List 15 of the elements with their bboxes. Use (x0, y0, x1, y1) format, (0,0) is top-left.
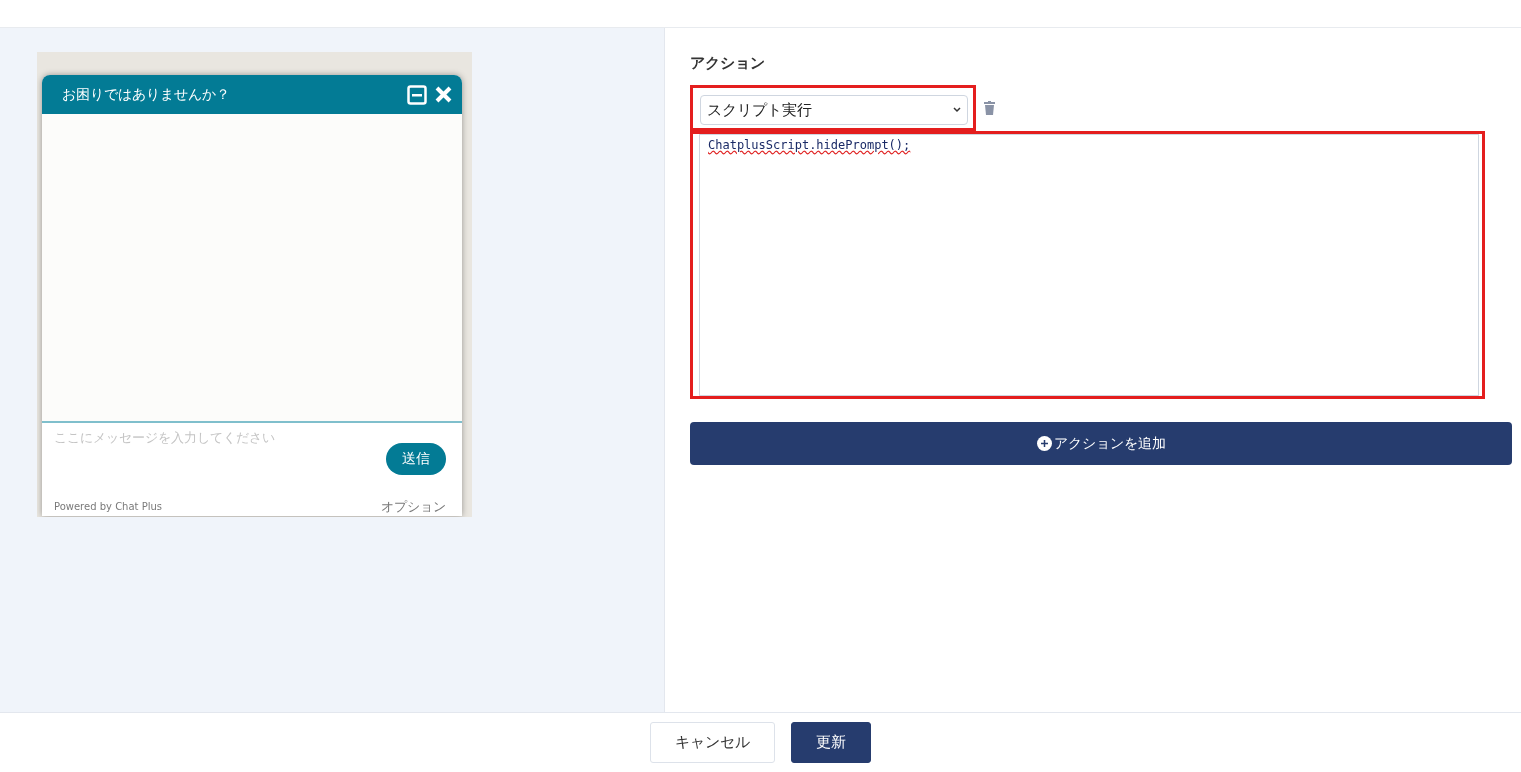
trash-icon[interactable] (984, 101, 995, 115)
powered-by-text: Powered by Chat Plus (54, 500, 163, 514)
chat-title: お困りではありませんか？ (62, 85, 231, 104)
cancel-button[interactable]: キャンセル (650, 722, 775, 763)
update-button[interactable]: 更新 (791, 722, 871, 763)
script-textarea[interactable]: ChatplusScript.hidePrompt(); (699, 134, 1479, 396)
action-type-select[interactable]: スクリプト実行 (700, 95, 968, 125)
send-button[interactable]: 送信 (386, 443, 446, 475)
section-heading: アクション (690, 54, 766, 73)
plus-circle-icon (1036, 436, 1052, 451)
minimize-icon[interactable] (407, 84, 427, 105)
add-action-button[interactable]: アクションを追加 (690, 422, 1512, 465)
options-link[interactable]: オプション (381, 499, 446, 514)
close-icon[interactable] (435, 86, 452, 103)
chevron-down-icon (953, 107, 961, 113)
